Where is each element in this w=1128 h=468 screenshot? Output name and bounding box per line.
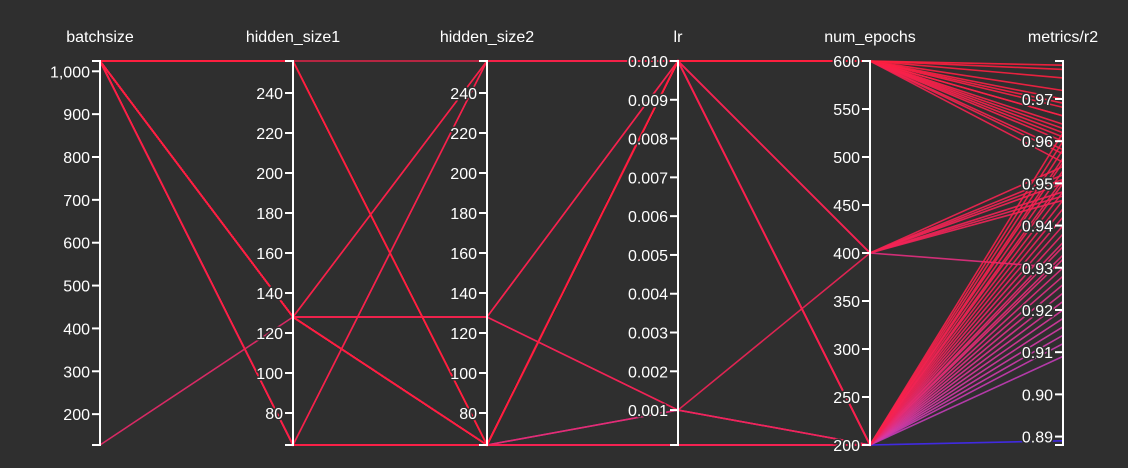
tick-label: 0.005 xyxy=(628,248,668,265)
tick-label: 250 xyxy=(833,390,860,407)
tick-label: 0.92 xyxy=(1022,303,1053,320)
tick-label: 400 xyxy=(63,321,90,338)
tick-label: 80 xyxy=(459,406,477,423)
tick-label: 200 xyxy=(63,407,90,424)
tick-label: 200 xyxy=(256,166,283,183)
tick-label: 0.004 xyxy=(628,287,668,304)
tick-label: 1,000 xyxy=(50,64,90,81)
tick-label: 240 xyxy=(450,86,477,103)
tick-label: 600 xyxy=(833,54,860,71)
parallel-coordinates-chart: batchsize 200 300 400 500 600 700 800 900 1,000 hi… xyxy=(48,29,1098,457)
tick-label: 0.95 xyxy=(1022,176,1053,193)
tick-label: 220 xyxy=(256,126,283,143)
tick-label: 900 xyxy=(63,107,90,124)
tick-label: 0.97 xyxy=(1022,92,1053,109)
tick-label: 0.009 xyxy=(628,93,668,110)
tick-label: 0.002 xyxy=(628,364,668,381)
tick-label: 140 xyxy=(256,286,283,303)
tick-label: 220 xyxy=(450,126,477,143)
tick-label: 140 xyxy=(450,286,477,303)
axis-title[interactable]: hidden_size1 xyxy=(246,29,340,46)
tick-label: 0.90 xyxy=(1022,387,1053,404)
axis-title[interactable]: hidden_size2 xyxy=(440,29,534,46)
axis-title[interactable]: batchsize xyxy=(66,29,134,46)
tick-label: 0.006 xyxy=(628,209,668,226)
tick-label: 0.008 xyxy=(628,132,668,149)
axis-hidden-size2[interactable]: hidden_size2 80 100 120 140 160 180 200 220 240 xyxy=(440,29,534,446)
tick-label: 600 xyxy=(63,236,90,253)
tick-label: 0.96 xyxy=(1022,134,1053,151)
tick-label: 350 xyxy=(833,294,860,311)
tick-label: 120 xyxy=(256,326,283,343)
tick-label: 500 xyxy=(833,150,860,167)
tick-label: 100 xyxy=(450,366,477,383)
tick-label: 0.001 xyxy=(628,403,668,420)
tick-label: 0.003 xyxy=(628,326,668,343)
tick-label: 500 xyxy=(63,279,90,296)
tick-label: 400 xyxy=(833,246,860,263)
tick-label: 0.93 xyxy=(1022,261,1053,278)
tick-label: 100 xyxy=(256,366,283,383)
tick-label: 120 xyxy=(450,326,477,343)
tick-label: 180 xyxy=(256,206,283,223)
tick-label: 550 xyxy=(833,102,860,119)
run-line[interactable] xyxy=(99,60,1064,318)
tick-label: 200 xyxy=(833,438,860,455)
tick-label: 160 xyxy=(450,246,477,263)
tick-label: 160 xyxy=(256,246,283,263)
axis-title[interactable]: metrics/r2 xyxy=(1028,29,1098,46)
tick-label: 0.91 xyxy=(1022,345,1053,362)
run-line[interactable] xyxy=(99,60,1064,319)
axis-hidden-size1[interactable]: hidden_size1 80 100 120 140 160 180 200 220 240 xyxy=(246,29,340,446)
axis-title[interactable]: lr xyxy=(674,29,684,46)
run-line[interactable] xyxy=(99,60,1064,319)
tick-label: 0.89 xyxy=(1022,430,1053,447)
tick-label: 450 xyxy=(833,198,860,215)
tick-label: 0.94 xyxy=(1022,219,1053,236)
tick-label: 300 xyxy=(833,342,860,359)
axis-batchsize[interactable]: batchsize 200 300 400 500 600 700 800 900 1,000 xyxy=(48,29,134,446)
tick-label: 0.007 xyxy=(628,170,668,187)
tick-label: 0.010 xyxy=(628,54,668,71)
tick-label: 200 xyxy=(450,166,477,183)
tick-label: 240 xyxy=(256,86,283,103)
axis-title[interactable]: num_epochs xyxy=(824,29,916,46)
tick-label: 700 xyxy=(63,193,90,210)
tick-label: 300 xyxy=(63,364,90,381)
tick-label: 80 xyxy=(265,406,283,423)
tick-label: 180 xyxy=(450,206,477,223)
run-lines xyxy=(99,59,1064,447)
tick-label: 800 xyxy=(63,150,90,167)
